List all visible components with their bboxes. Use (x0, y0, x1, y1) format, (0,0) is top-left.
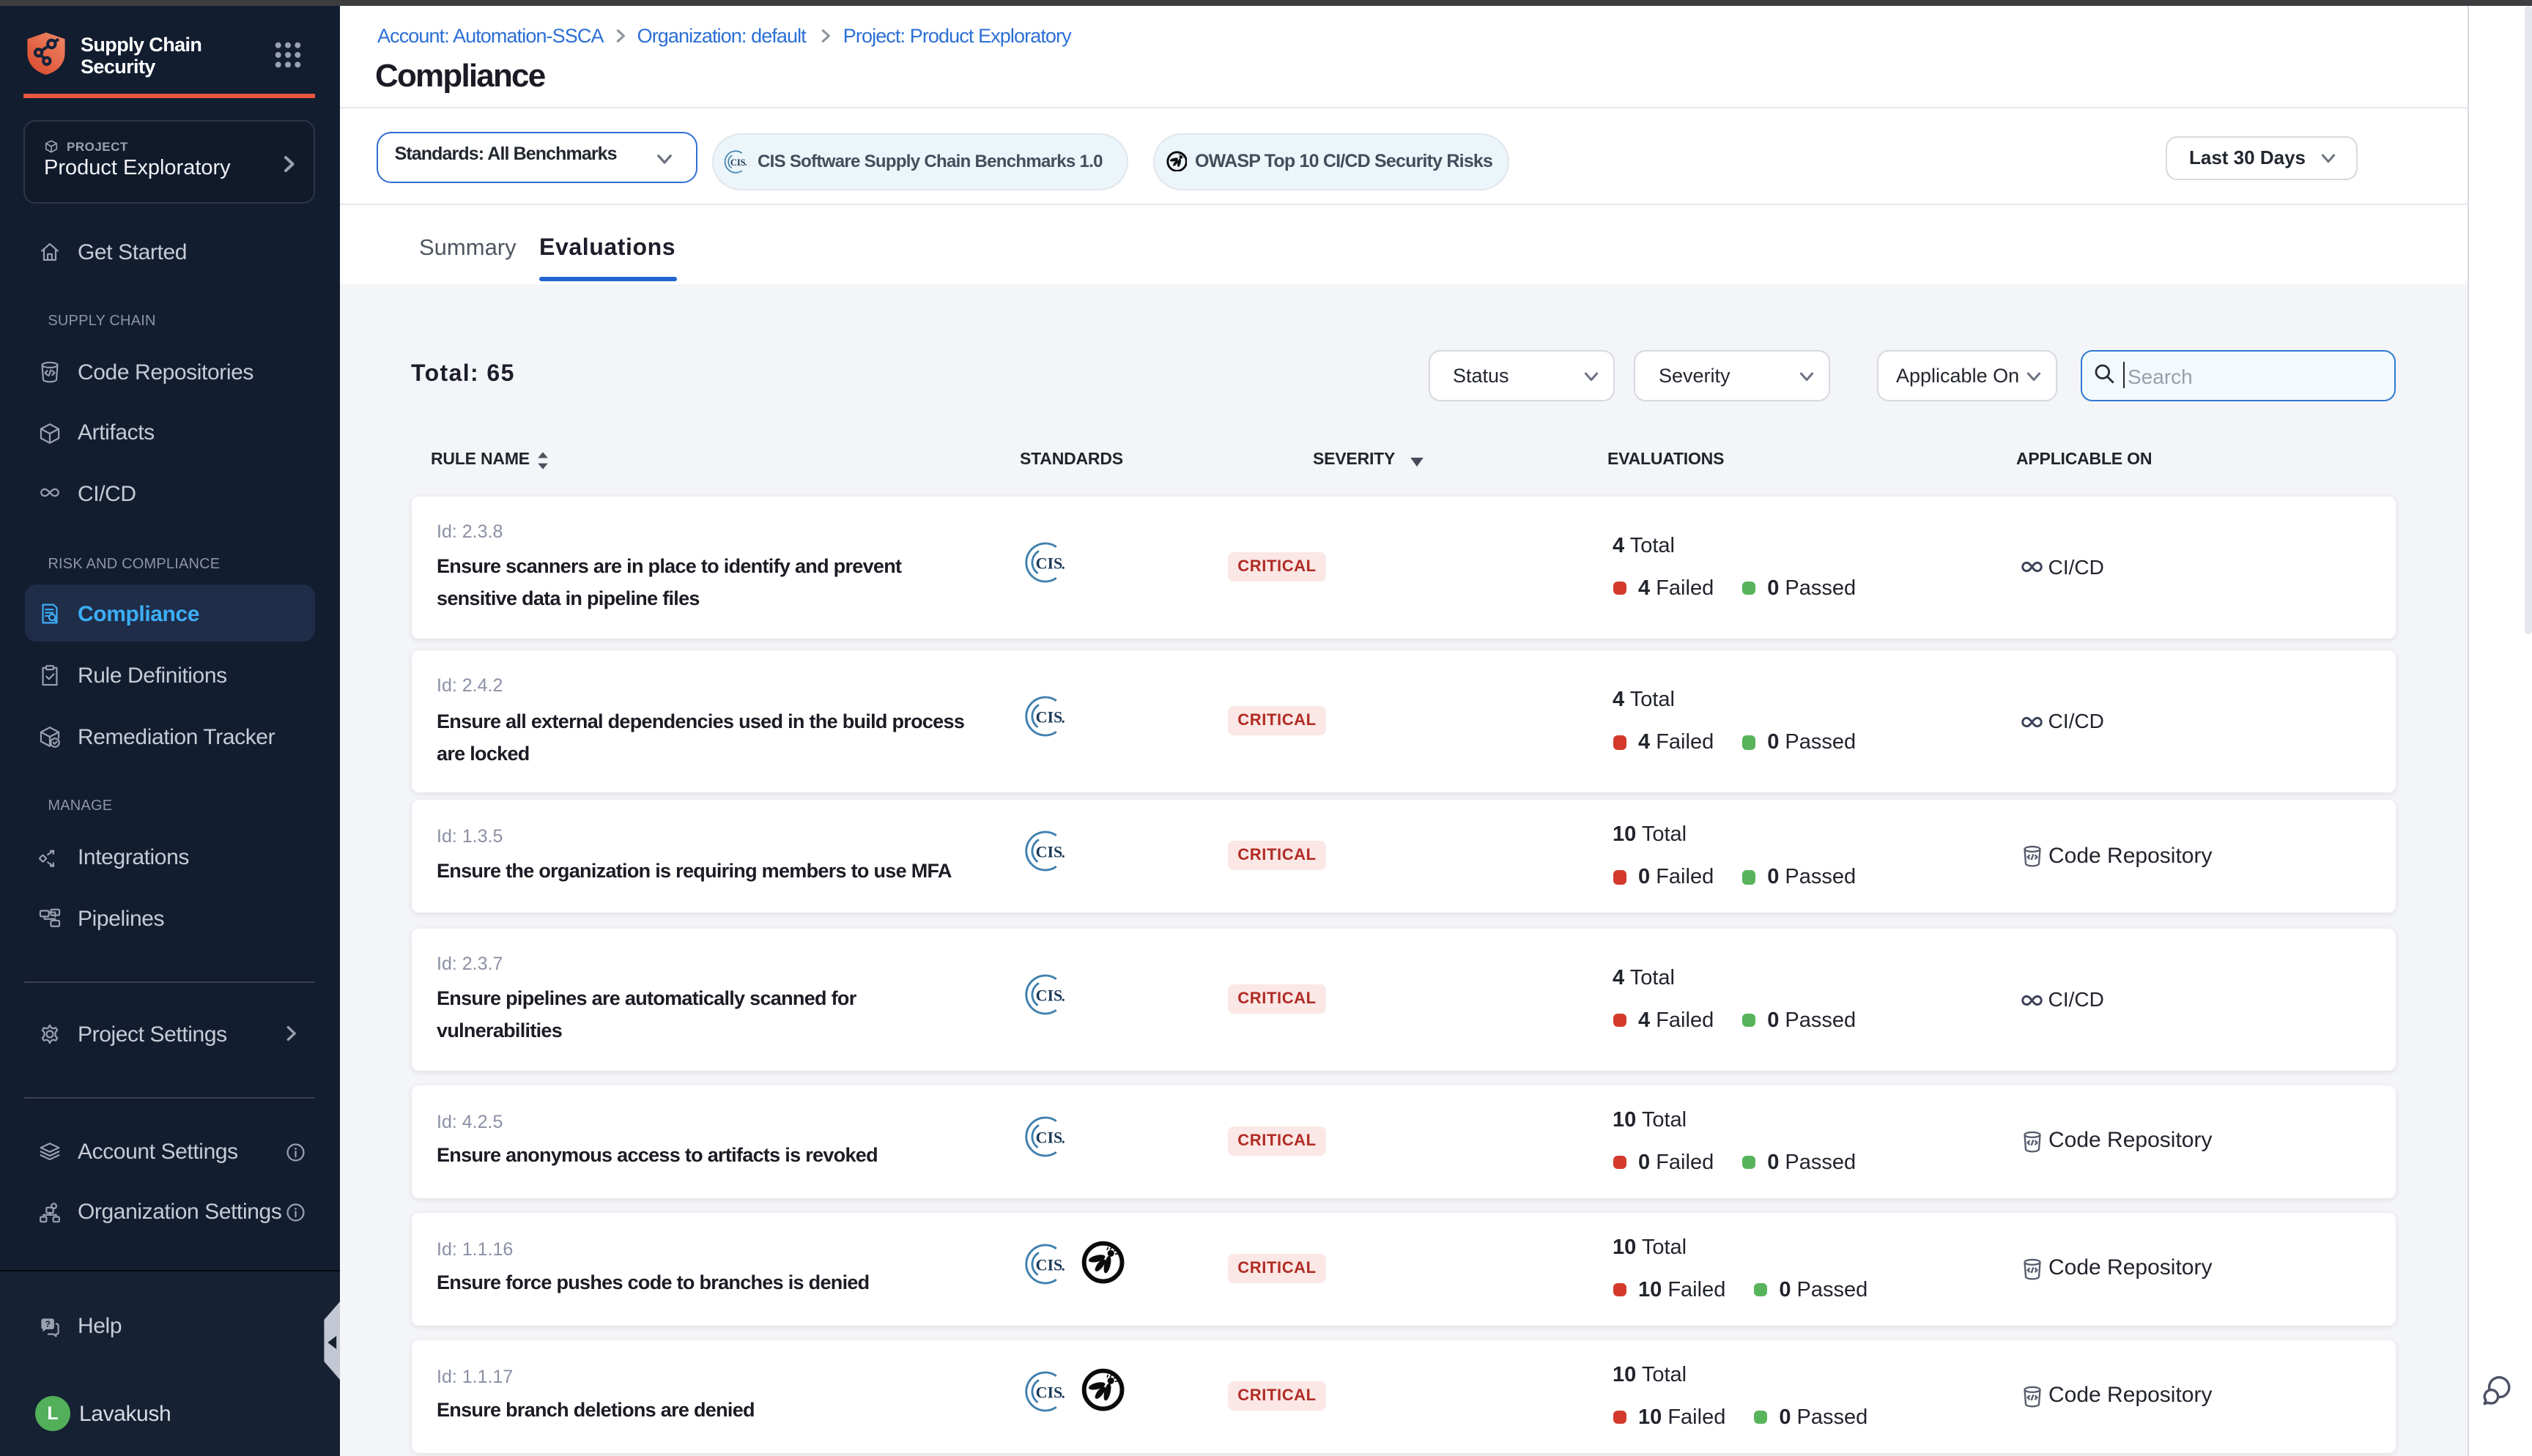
svg-text:CIS: CIS (730, 157, 745, 168)
svg-text:CIS: CIS (1035, 554, 1062, 572)
svg-text:CIS: CIS (1035, 1127, 1062, 1145)
svg-text:CIS: CIS (1035, 1255, 1062, 1273)
svg-text:CIS: CIS (1035, 986, 1062, 1004)
svg-text:CIS: CIS (1035, 1382, 1062, 1400)
svg-text:CIS: CIS (1035, 708, 1062, 727)
svg-text:CIS: CIS (1035, 843, 1062, 861)
